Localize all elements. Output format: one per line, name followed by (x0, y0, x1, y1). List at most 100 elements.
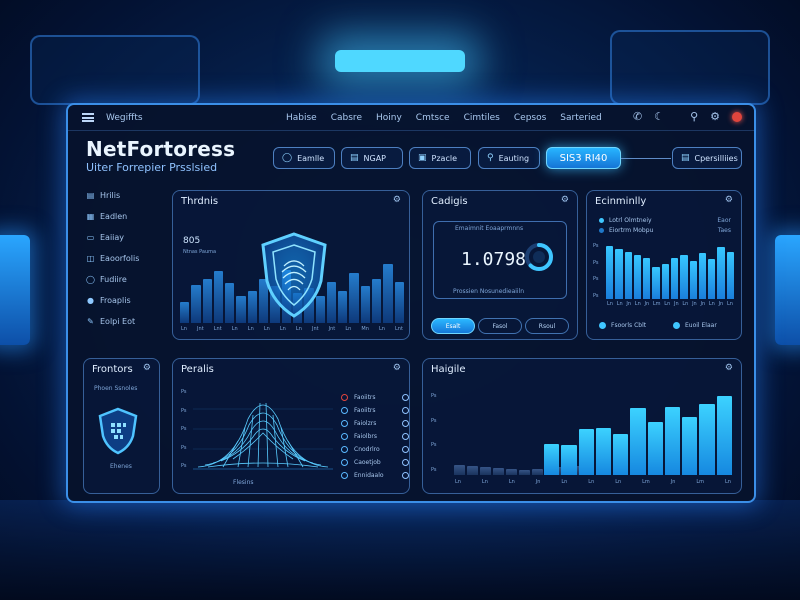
toggle-icon[interactable] (402, 472, 409, 479)
sidebar-item-hrilis[interactable]: ▤ Hrilis (86, 185, 139, 206)
y-tick-label: Ps (593, 292, 599, 299)
brand-title: NetFortoress (86, 137, 236, 161)
sidebar-item-eadlen[interactable]: ▦ Eadlen (86, 206, 139, 227)
nav-item[interactable]: Sarteried (560, 113, 601, 123)
list-item[interactable]: Ennidaalo (341, 469, 409, 482)
x-tick-label: Jn (626, 301, 632, 307)
enable-button-label: Eamlle (297, 153, 325, 163)
threats-card: Thrdnis ⚙ 805 Ntnas Pauma Ln Jnt Lnt Ln Ln Ln… (172, 190, 410, 340)
ngap-button[interactable]: ▤ NGAP (341, 147, 403, 169)
y-tick-label: Ps (431, 466, 437, 473)
list-item[interactable]: Faiolbrs (341, 430, 409, 443)
nav-item[interactable]: Cimtiles (464, 113, 500, 123)
segment-esalt[interactable]: Esalt (431, 318, 475, 334)
list-item[interactable]: Cnodrlro (341, 443, 409, 456)
alert-icon[interactable] (732, 111, 742, 122)
hamburger-menu-icon[interactable] (82, 113, 94, 122)
segment-fasol[interactable]: Fasol (478, 318, 522, 334)
settings-icon[interactable]: ⚙ (393, 363, 401, 373)
moon-icon[interactable]: ☾ (654, 110, 664, 123)
haigile-bar (578, 428, 594, 475)
x-tick-label: Ln (616, 301, 623, 307)
nav-item[interactable]: Cabsre (331, 113, 362, 123)
community-legend-2-label: Eiortrm Mobpu (609, 227, 654, 234)
list-item[interactable]: Faoiitrs (341, 404, 409, 417)
nav-item[interactable]: Cmtsce (416, 113, 450, 123)
haigile-bar (561, 445, 577, 475)
community-legend-2: Eiortrm Mobpu (599, 227, 653, 234)
settings-icon[interactable]: ⚙ (710, 110, 720, 123)
y-tick-label: Ps (181, 463, 187, 469)
sidebar-item-eolpi[interactable]: ✎ Eolpi Eot (86, 311, 139, 332)
layers-icon: ▤ (681, 153, 690, 163)
threats-card-title: Thrdnis (181, 196, 219, 207)
folder-icon: ◫ (86, 254, 95, 263)
toggle-icon[interactable] (402, 394, 409, 401)
settings-icon[interactable]: ⚙ (561, 195, 569, 205)
threat-bar (213, 271, 224, 323)
sidebar-item-fudiire[interactable]: ◯ Fudiire (86, 269, 139, 290)
threat-bar (349, 272, 359, 323)
settings-icon[interactable]: ⚙ (725, 363, 733, 373)
community-legend-1-label: Lotrl Olmtneiy (609, 217, 652, 224)
toggle-icon[interactable] (402, 459, 409, 466)
community-bar (670, 257, 679, 299)
threat-bar (225, 283, 235, 323)
y-tick-label: Ps (181, 426, 187, 432)
x-tick-label: Ln (708, 301, 715, 307)
fronttors-foot: Ehenes (110, 463, 132, 470)
haigile-x-axis: Ln Ln Ln Jn Ln Ln Ln Lm Jn Lm Ln (455, 479, 731, 485)
x-tick-label: Ln (724, 479, 731, 485)
phone-icon[interactable]: ✆ (633, 110, 642, 123)
background-panel-right (610, 30, 770, 105)
shield-icon (261, 232, 327, 318)
community-foot-2-label: Euoil Elaar (685, 322, 717, 329)
community-y-axis: Ps Ps Ps Ps (593, 243, 599, 299)
list-item[interactable]: Faiolzrs (341, 417, 409, 430)
threat-bar (236, 296, 246, 323)
community-right-1: Eaor (717, 217, 731, 224)
active-value-button[interactable]: SIS3 RI40 (546, 147, 621, 169)
enable-button[interactable]: ◯ Eamlle (273, 147, 335, 169)
sidebar-item-eaoorfolis[interactable]: ◫ Eaoorfolis (86, 248, 140, 269)
list-item[interactable]: Faoiitrs (341, 391, 409, 404)
segment-rsoul[interactable]: Rsoul (525, 318, 569, 334)
y-tick-label: Ps (593, 276, 599, 283)
brand-subtitle: Uiter Forrepier Prsslsied (86, 161, 218, 174)
ngap-button-label: NGAP (363, 153, 386, 163)
settings-icon[interactable]: ⚙ (725, 195, 733, 205)
nav-item[interactable]: Hoiny (376, 113, 402, 123)
settings-icon[interactable]: ⚙ (393, 195, 401, 205)
place-button-label: Pzacle (431, 153, 457, 163)
toggle-icon[interactable] (402, 446, 409, 453)
toggle-icon[interactable] (402, 407, 409, 414)
haigile-bar (595, 427, 612, 475)
circle-icon: ◯ (282, 153, 293, 163)
background-glow-left (0, 235, 30, 345)
pen-icon: ✎ (87, 317, 94, 326)
y-tick-label: Ps (593, 243, 599, 249)
community-bar (680, 254, 688, 299)
sidebar-item-froaplis[interactable]: ● Froaplis (86, 290, 139, 311)
legend-dot (599, 228, 604, 233)
nav-item[interactable]: Habise (286, 113, 317, 123)
list-item[interactable]: Caoetjob (341, 456, 409, 469)
progress-ring (525, 243, 553, 271)
search-icon[interactable]: ⚲ (690, 110, 698, 123)
x-tick-label: Ln (615, 479, 622, 485)
toggle-icon[interactable] (402, 433, 409, 440)
haigile-card: Haigile ⚙ Ps Ps Ps Ps Ln Ln Ln Jn Ln Ln Ln Lm Jn Lm L… (422, 358, 742, 494)
place-button[interactable]: ▣ Pzacle (409, 147, 471, 169)
x-tick-label: Ln (295, 326, 302, 332)
eauting-button[interactable]: ⚲ Eauting (478, 147, 540, 169)
user-icon: ● (87, 296, 94, 305)
toggle-icon[interactable] (402, 420, 409, 427)
grid-icon: ▦ (86, 212, 95, 221)
capabilities-button[interactable]: ▤ Cpersilliies (672, 147, 742, 169)
settings-icon[interactable]: ⚙ (143, 363, 151, 373)
sidebar-item-eaiiay[interactable]: ▭ Eaiiay (86, 227, 139, 248)
x-tick-label: Jn (692, 301, 697, 307)
nav-item[interactable]: Cepsos (514, 113, 546, 123)
x-tick-label: Ln (247, 326, 254, 332)
x-tick-label: Jnt (311, 326, 319, 332)
